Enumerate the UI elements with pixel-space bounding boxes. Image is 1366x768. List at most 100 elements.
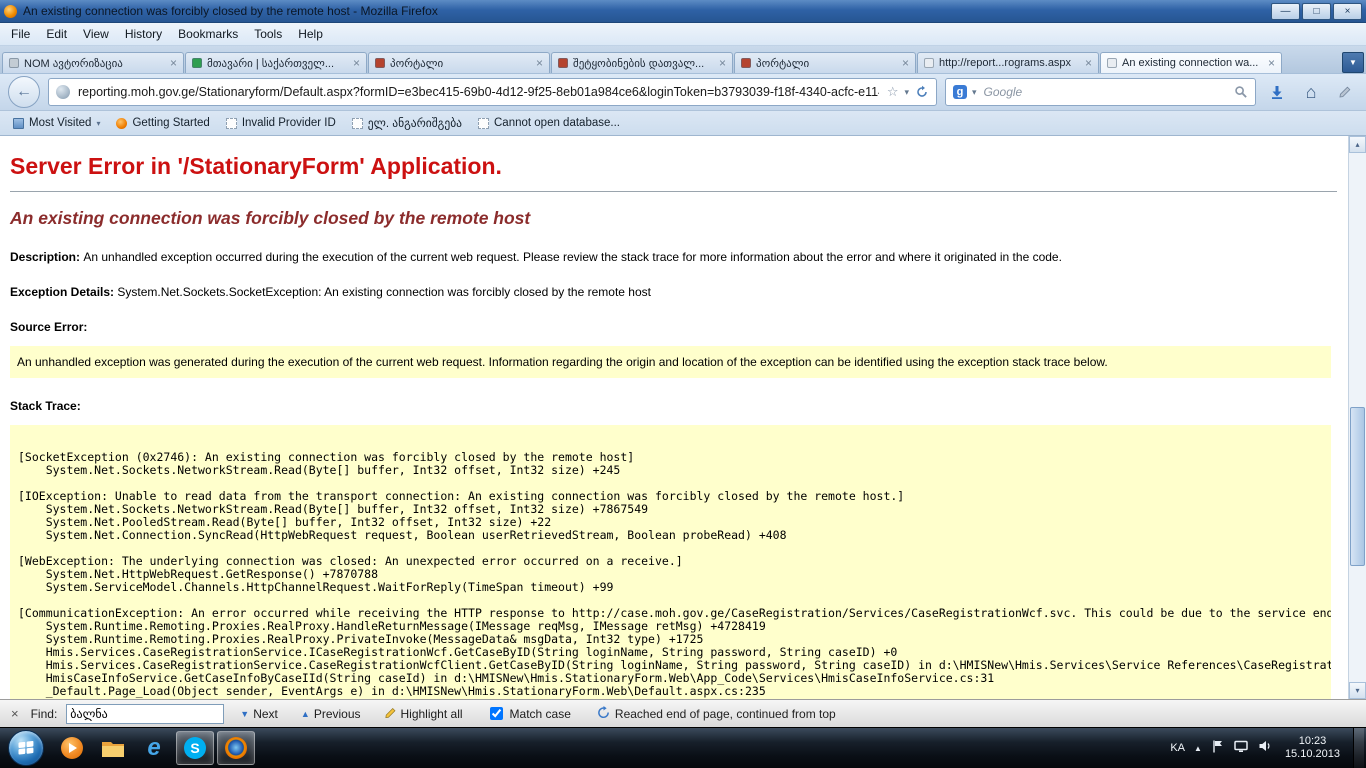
tab-close-icon[interactable]: × — [353, 58, 360, 68]
network-icon[interactable] — [1234, 739, 1249, 758]
tab-bar: NOM ავტორიზაცია × მთავარი | საქართველ...… — [0, 46, 1366, 73]
taskbar-clock[interactable]: 10:23 15.10.2013 — [1285, 735, 1340, 761]
highlight-all-button[interactable]: Highlight all — [377, 704, 470, 724]
error-page-subtitle: An existing connection was forcibly clos… — [10, 208, 1337, 229]
tab-close-icon[interactable]: × — [719, 58, 726, 68]
tab-favicon — [741, 58, 751, 68]
menu-view[interactable]: View — [76, 25, 116, 43]
tab-favicon — [558, 58, 568, 68]
bookmark-label: Most Visited — [29, 117, 91, 129]
search-magnifier-icon[interactable] — [1234, 85, 1248, 99]
tab-portali-1[interactable]: პორტალი × — [368, 52, 550, 73]
tab-close-icon[interactable]: × — [536, 58, 543, 68]
list-all-tabs-icon[interactable]: ▼ — [1342, 52, 1364, 73]
find-next-button[interactable]: ▼ Next — [233, 705, 285, 723]
language-indicator[interactable]: KA — [1170, 742, 1185, 754]
find-close-icon[interactable]: × — [8, 706, 22, 721]
search-engine-dropdown-icon[interactable]: ▾ — [972, 87, 977, 98]
bookmark-el-angarishgeba[interactable]: ელ. ანგარიშგება — [345, 114, 469, 132]
page-icon — [478, 118, 489, 129]
tab-portali-2[interactable]: პორტალი × — [734, 52, 916, 73]
tab-shetyobinebis[interactable]: შეტყობინების დათვალ... × — [551, 52, 733, 73]
exception-details-row: Exception Details: System.Net.Sockets.So… — [10, 285, 1337, 299]
windows-flag-icon — [18, 741, 34, 755]
url-dropdown-icon[interactable]: ▾ — [904, 87, 909, 98]
addon-toolbar-icon[interactable] — [1332, 79, 1358, 105]
internet-explorer-icon: e — [147, 737, 160, 759]
tab-label: მთავარი | საქართველ... — [207, 57, 348, 70]
taskbar-firefox[interactable] — [217, 731, 255, 765]
start-button[interactable] — [8, 730, 44, 766]
bookmark-most-visited[interactable]: Most Visited ▾ — [6, 115, 107, 131]
find-status-text: Reached end of page, continued from top — [615, 707, 836, 721]
highlighter-icon — [384, 706, 397, 722]
find-input[interactable] — [66, 704, 224, 724]
google-engine-icon[interactable]: g — [953, 85, 967, 99]
volume-icon[interactable] — [1258, 739, 1272, 758]
tab-error-page-active[interactable]: An existing connection wa... × — [1100, 52, 1282, 73]
match-case-checkbox[interactable] — [490, 707, 503, 720]
taskbar-explorer[interactable] — [94, 731, 132, 765]
menu-file[interactable]: File — [4, 25, 37, 43]
vertical-scrollbar[interactable]: ▴ ▾ — [1348, 136, 1366, 699]
bookmark-getting-started[interactable]: Getting Started — [109, 115, 216, 131]
tab-label: NOM ავტორიზაცია — [24, 57, 165, 70]
bookmark-invalid-provider-id[interactable]: Invalid Provider ID — [219, 115, 343, 131]
tray-expand-icon[interactable]: ▲ — [1194, 744, 1202, 753]
tab-report-url[interactable]: http://report...rograms.aspx × — [917, 52, 1099, 73]
highlight-all-label: Highlight all — [401, 707, 463, 721]
tab-close-icon[interactable]: × — [1268, 58, 1275, 68]
menu-tools[interactable]: Tools — [247, 25, 289, 43]
tab-nom-authorization[interactable]: NOM ავტორიზაცია × — [2, 52, 184, 73]
menu-bookmarks[interactable]: Bookmarks — [171, 25, 245, 43]
scroll-up-icon[interactable]: ▴ — [1349, 136, 1366, 153]
description-text: An unhandled exception occurred during t… — [83, 250, 1062, 264]
tab-label: http://report...rograms.aspx — [939, 57, 1080, 69]
description-row: Description: An unhandled exception occu… — [10, 250, 1337, 264]
match-case-toggle[interactable]: Match case — [479, 702, 578, 725]
description-label: Description: — [10, 250, 80, 264]
clock-date: 15.10.2013 — [1285, 748, 1340, 761]
downloads-icon[interactable] — [1264, 79, 1290, 105]
show-desktop-button[interactable] — [1353, 728, 1364, 768]
find-previous-button[interactable]: ▲ Previous — [294, 705, 368, 723]
menu-history[interactable]: History — [118, 25, 169, 43]
find-bar: × Find: ▼ Next ▲ Previous Highlight all … — [0, 699, 1366, 727]
bookmark-cannot-open-database[interactable]: Cannot open database... — [471, 115, 627, 131]
source-error-box: An unhandled exception was generated dur… — [10, 346, 1331, 378]
tab-close-icon[interactable]: × — [170, 58, 177, 68]
search-box[interactable]: g ▾ — [945, 78, 1256, 106]
firefox-favicon-icon — [116, 118, 127, 129]
find-status: Reached end of page, continued from top — [597, 706, 836, 722]
bookmark-star-icon[interactable]: ☆ — [887, 84, 899, 100]
url-input[interactable] — [76, 84, 881, 100]
minimize-button[interactable]: — — [1271, 3, 1300, 20]
tab-favicon — [375, 58, 385, 68]
tab-close-icon[interactable]: × — [1085, 58, 1092, 68]
window-titlebar: An existing connection was forcibly clos… — [0, 0, 1366, 23]
action-center-flag-icon[interactable] — [1211, 739, 1225, 758]
menu-edit[interactable]: Edit — [39, 25, 74, 43]
home-icon[interactable]: ⌂ — [1298, 79, 1324, 105]
close-button[interactable]: × — [1333, 3, 1362, 20]
site-globe-icon — [56, 85, 70, 99]
source-error-label: Source Error: — [10, 320, 87, 334]
url-bar[interactable]: ☆ ▾ — [48, 78, 937, 106]
scroll-down-icon[interactable]: ▾ — [1349, 682, 1366, 699]
taskbar-internet-explorer[interactable]: e — [135, 731, 173, 765]
back-button[interactable]: ← — [8, 76, 40, 108]
scrollbar-thumb[interactable] — [1350, 407, 1365, 566]
taskbar-media-player[interactable] — [53, 731, 91, 765]
reload-icon[interactable] — [915, 85, 929, 99]
menu-help[interactable]: Help — [291, 25, 330, 43]
tab-mtavari[interactable]: მთავარი | საქართველ... × — [185, 52, 367, 73]
windows-taskbar: e S KA ▲ 10:23 15.10.2013 — [0, 727, 1366, 768]
chevron-down-icon: ▾ — [96, 119, 100, 128]
firefox-app-icon — [4, 5, 17, 18]
maximize-button[interactable]: □ — [1302, 3, 1331, 20]
menu-bar: File Edit View History Bookmarks Tools H… — [0, 23, 1366, 46]
tab-close-icon[interactable]: × — [902, 58, 909, 68]
search-input[interactable] — [982, 84, 1229, 100]
scrollbar-track[interactable] — [1349, 153, 1366, 682]
taskbar-skype[interactable]: S — [176, 731, 214, 765]
